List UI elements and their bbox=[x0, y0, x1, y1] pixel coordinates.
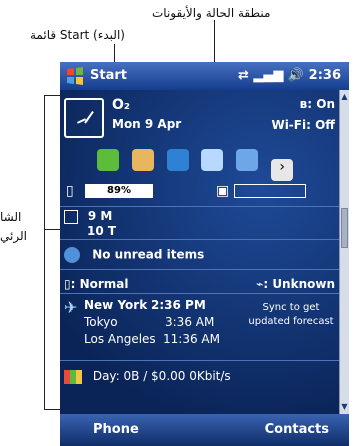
traffic-label: Day: 0B / $0.00 0Kbit/s bbox=[92, 369, 231, 383]
calendar-section[interactable]: 9 M bbox=[64, 209, 339, 224]
start-menu-annotation: قائمة Start (البدء) bbox=[30, 28, 125, 42]
pictures-icon[interactable] bbox=[236, 149, 259, 171]
battery-icon: ▯ bbox=[66, 183, 74, 199]
screen-annotation-line bbox=[44, 95, 45, 410]
contacts-softkey[interactable]: Contacts bbox=[265, 422, 329, 437]
time-los-angeles: 11:36 AM bbox=[163, 332, 220, 346]
page-root: منطقة الحالة والأيقونات قائمة Start (الب… bbox=[0, 0, 355, 446]
status-annotation-line bbox=[214, 20, 215, 66]
location-label: Unknown bbox=[272, 277, 335, 291]
traffic-icon bbox=[64, 369, 82, 384]
wifi-status[interactable]: Wi-Fi: Off bbox=[245, 118, 335, 132]
notes-icon[interactable] bbox=[131, 149, 154, 171]
calendar-day-1: 9 M bbox=[87, 209, 113, 223]
contacts-icon[interactable] bbox=[97, 149, 119, 171]
screen-annotation-left-1: الشا bbox=[0, 210, 22, 224]
softkey-bar: Phone Contacts bbox=[60, 414, 349, 446]
start-button[interactable]: Start bbox=[90, 68, 127, 83]
scrollbar[interactable]: ▲ ▼ bbox=[339, 90, 349, 414]
scroll-up-icon[interactable]: ▲ bbox=[341, 93, 348, 101]
screen-annotation-top bbox=[44, 95, 60, 96]
scroll-thumb[interactable] bbox=[341, 208, 348, 248]
phone-profile-icon: ▯: bbox=[64, 277, 76, 291]
time-new-york: 2:36 PM bbox=[151, 298, 206, 312]
signal-icon: ▣ bbox=[216, 183, 230, 199]
separator-traffic bbox=[60, 360, 339, 361]
battery-percentage: 89% bbox=[85, 184, 153, 198]
battery-indicator: ▯ 89% bbox=[64, 183, 166, 199]
weather-sync-text: Sync to get updated forecast bbox=[248, 302, 334, 327]
airplane-icon: ✈ bbox=[64, 298, 78, 317]
calendar-icon bbox=[64, 209, 78, 224]
more-icon[interactable]: › bbox=[271, 159, 294, 181]
profile-label: Normal bbox=[79, 277, 129, 291]
screen-annotation-bottom bbox=[44, 409, 60, 410]
separator-messages bbox=[60, 269, 339, 270]
screen-annotation-left-2: الرئي bbox=[0, 229, 27, 243]
messages-label: No unread items bbox=[92, 247, 205, 262]
media-player-icon[interactable] bbox=[201, 149, 224, 171]
separator-calendar bbox=[60, 239, 339, 240]
signal-indicator: ▣ bbox=[214, 183, 314, 199]
internet-explorer-icon[interactable] bbox=[166, 149, 189, 171]
traffic-row[interactable]: Day: 0B / $0.00 0Kbit/s bbox=[64, 369, 339, 384]
phone-softkey[interactable]: Phone bbox=[93, 422, 139, 437]
separator-world-clock bbox=[60, 293, 339, 294]
app-icons-row: › bbox=[97, 149, 337, 181]
separator-top bbox=[60, 206, 339, 207]
bluetooth-status[interactable]: ʙ: On bbox=[257, 97, 335, 111]
city-tokyo: Tokyo bbox=[84, 315, 118, 329]
title-bar[interactable]: Start ⇄ ▂▄▆ 🔊 2:36 bbox=[60, 62, 349, 90]
location-row[interactable]: ⌁: Unknown bbox=[229, 277, 335, 291]
time-tokyo: 3:36 AM bbox=[165, 315, 215, 329]
messages-icon bbox=[64, 247, 80, 263]
calendar-day-2: 10 T bbox=[87, 224, 117, 238]
scroll-down-icon[interactable]: ▼ bbox=[341, 403, 348, 411]
clock-icon bbox=[64, 98, 104, 138]
city-new-york: New York bbox=[84, 298, 148, 312]
status-area-annotation: منطقة الحالة والأيقونات bbox=[152, 6, 271, 20]
signal-bar bbox=[234, 184, 306, 198]
windows-mobile-device: Start ⇄ ▂▄▆ 🔊 2:36 O₂ Mon 9 Apr ʙ: On Wi… bbox=[60, 62, 349, 446]
status-time[interactable]: ⇄ ▂▄▆ 🔊 2:36 bbox=[238, 68, 341, 83]
screen-annotation-middle bbox=[44, 229, 60, 230]
city-los-angeles: Los Angeles bbox=[84, 332, 156, 346]
messages-row[interactable]: No unread items bbox=[64, 247, 339, 263]
windows-flag-icon[interactable] bbox=[66, 67, 84, 85]
location-icon: ⌁: bbox=[256, 277, 269, 291]
today-screen: O₂ Mon 9 Apr ʙ: On Wi-Fi: Off › ▯ 89% ▣ bbox=[60, 90, 349, 414]
